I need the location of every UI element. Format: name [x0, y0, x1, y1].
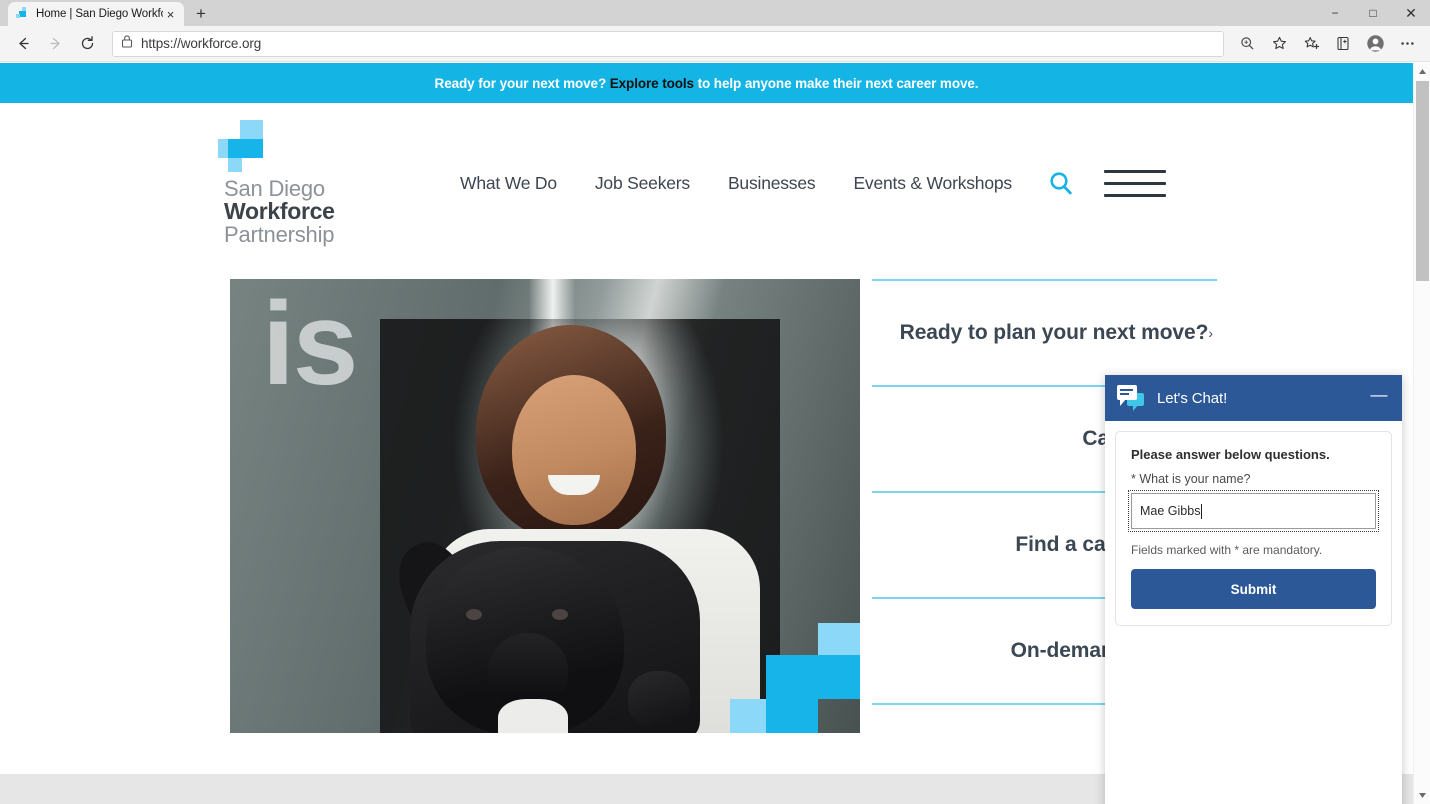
main-navigation: What We Do Job Seekers Businesses Events… — [460, 173, 1012, 194]
header-tools — [1048, 169, 1166, 197]
chat-widget: Let's Chat! — Please answer below questi… — [1105, 375, 1402, 804]
chat-widget-header[interactable]: Let's Chat! — — [1105, 375, 1402, 421]
scroll-up-arrow-icon[interactable] — [1414, 63, 1430, 80]
chat-submit-button[interactable]: Submit — [1131, 569, 1376, 609]
new-tab-button[interactable]: + — [188, 2, 214, 26]
chat-name-input-value: Mae Gibbs — [1140, 504, 1201, 518]
zoom-search-icon[interactable] — [1232, 30, 1262, 58]
hamburger-menu-icon[interactable] — [1103, 169, 1166, 197]
promo-trail: to help anyone make their next career mo… — [693, 75, 979, 91]
reload-icon[interactable] — [72, 30, 102, 58]
chevron-right-icon: › — [1208, 325, 1213, 341]
tab-strip: Home | San Diego Workforce Pa × + − □ ✕ — [0, 0, 1430, 26]
profile-avatar-icon[interactable] — [1360, 30, 1390, 58]
tab-close-icon[interactable]: × — [163, 7, 178, 22]
hero-overlay-text: is — [262, 279, 358, 410]
scrollbar-thumb[interactable] — [1416, 81, 1429, 281]
page-scrollbar[interactable] — [1413, 63, 1430, 804]
chat-name-question-label: * What is your name? — [1131, 472, 1251, 486]
maximize-button[interactable]: □ — [1354, 0, 1392, 26]
promo-banner: Ready for your next move? Explore tools … — [0, 63, 1413, 103]
address-bar-url: https://workforce.org — [141, 36, 262, 51]
chat-name-input[interactable]: Mae Gibbs — [1128, 490, 1379, 532]
page-viewport: Ready for your next move? Explore tools … — [0, 63, 1430, 804]
tab-title: Home | San Diego Workforce Pa — [36, 8, 163, 20]
logo-wordmark: San Diego Workforce Partnership — [224, 175, 355, 247]
site-logo[interactable]: San Diego Workforce Partnership — [190, 119, 355, 247]
chat-minimize-button[interactable]: — — [1368, 386, 1390, 409]
scroll-down-arrow-icon[interactable] — [1414, 787, 1430, 804]
promo-banner-text: Ready for your next move? Explore tools … — [435, 76, 979, 91]
logo-line-1: San Diego — [224, 175, 325, 201]
minimize-button[interactable]: − — [1316, 0, 1354, 26]
address-bar[interactable]: https://workforce.org — [112, 30, 1224, 57]
chat-widget-body: Please answer below questions. * What is… — [1105, 421, 1402, 626]
nav-item-businesses[interactable]: Businesses — [728, 173, 816, 194]
rail-item-plan-your-move[interactable]: Ready to plan your next move? › — [872, 281, 1217, 385]
chat-mandatory-note: Fields marked with * are mandatory. — [1131, 543, 1323, 557]
chat-question-card: Please answer below questions. * What is… — [1115, 431, 1392, 626]
toolbar-actions — [1232, 30, 1422, 58]
hero-pixel-blocks-icon — [730, 623, 860, 733]
rail-item-label: Ready to plan your next move? — [899, 320, 1209, 344]
favorite-star-icon[interactable] — [1264, 30, 1294, 58]
collections-icon[interactable] — [1328, 30, 1358, 58]
window-controls: − □ ✕ — [1316, 0, 1430, 26]
explore-tools-link[interactable]: Explore tools — [610, 76, 694, 91]
back-icon[interactable] — [8, 30, 38, 58]
browser-toolbar: https://workforce.org — [0, 26, 1430, 62]
chat-widget-title: Let's Chat! — [1157, 389, 1228, 407]
chat-bubbles-icon — [1117, 385, 1147, 411]
logo-pixel-blocks-icon — [218, 119, 284, 172]
chat-prompt-text: Please answer below questions. — [1131, 447, 1330, 462]
add-to-favorites-icon[interactable] — [1296, 30, 1326, 58]
browser-window: Home | San Diego Workforce Pa × + − □ ✕ … — [0, 0, 1430, 804]
close-window-button[interactable]: ✕ — [1392, 0, 1430, 26]
lock-icon — [121, 34, 133, 53]
forward-icon[interactable] — [40, 30, 70, 58]
site-header: San Diego Workforce Partnership What We … — [0, 103, 1413, 263]
promo-lead: Ready for your next move? — [434, 75, 610, 91]
hero-image: is — [230, 279, 860, 733]
nav-item-events-workshops[interactable]: Events & Workshops — [853, 173, 1012, 194]
logo-line-3: Partnership — [224, 221, 335, 247]
nav-item-job-seekers[interactable]: Job Seekers — [595, 173, 690, 194]
text-cursor — [1201, 503, 1203, 519]
logo-line-2: Workforce — [224, 198, 335, 225]
site-logo-favicon — [16, 7, 30, 21]
settings-more-icon[interactable] — [1392, 30, 1422, 58]
search-icon[interactable] — [1048, 170, 1074, 196]
nav-item-what-we-do[interactable]: What We Do — [460, 173, 557, 194]
browser-tab[interactable]: Home | San Diego Workforce Pa × — [8, 2, 184, 26]
